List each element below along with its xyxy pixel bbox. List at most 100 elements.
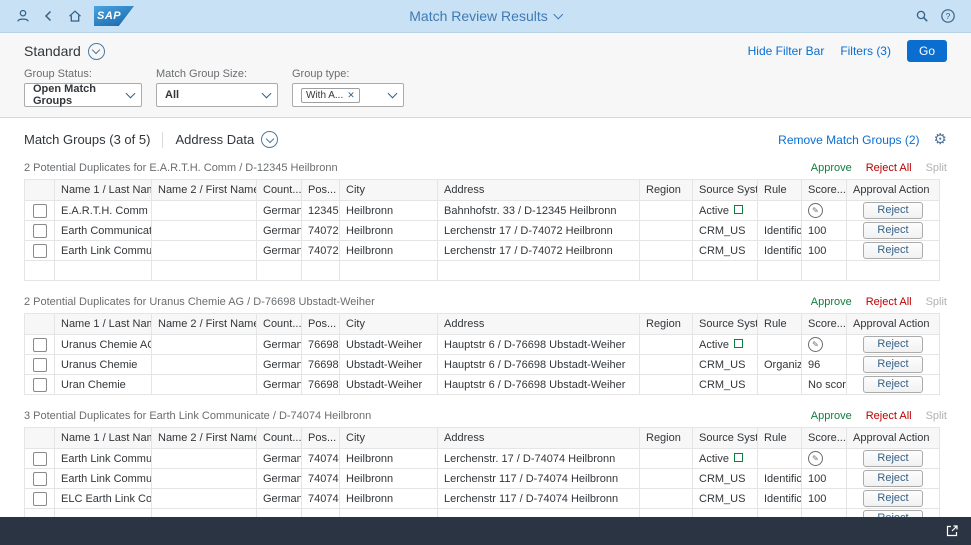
- cell-name1: E.A.R.T.H. Comm: [55, 201, 152, 221]
- view-selector[interactable]: Address Data: [175, 131, 278, 148]
- reject-button[interactable]: Reject: [863, 202, 923, 219]
- remove-match-groups-link[interactable]: Remove Match Groups (2): [778, 133, 919, 147]
- row-checkbox[interactable]: [33, 472, 47, 486]
- column-header[interactable]: Count...: [257, 180, 302, 201]
- column-header[interactable]: Score...: [802, 180, 847, 201]
- row-checkbox[interactable]: [33, 338, 47, 352]
- user-profile-icon[interactable]: [10, 3, 36, 29]
- reject-button[interactable]: Reject: [863, 376, 923, 393]
- row-checkbox[interactable]: [33, 244, 47, 258]
- cell-country: Germany: [257, 355, 302, 375]
- table-row: Uranus Chemie AG Germany 76698 Ubstadt-W…: [25, 335, 940, 355]
- search-icon[interactable]: [909, 3, 935, 29]
- cell-name1: Uran Chemie: [55, 375, 152, 395]
- reject-all-link[interactable]: Reject All: [866, 296, 912, 308]
- duplicates-table: Name 1 / Last NameName 2 / First NameCou…: [24, 313, 940, 395]
- home-icon[interactable]: [62, 3, 88, 29]
- column-header[interactable]: Pos...: [302, 314, 340, 335]
- reject-button[interactable]: Reject: [863, 490, 923, 507]
- group-type-select[interactable]: With A... ✕: [292, 83, 404, 107]
- go-button[interactable]: Go: [907, 40, 947, 62]
- approve-link[interactable]: Approve: [811, 410, 852, 422]
- cell-postal-code: 12345: [302, 201, 340, 221]
- split-link[interactable]: Split: [926, 162, 947, 174]
- row-checkbox[interactable]: [33, 492, 47, 506]
- variant-selector[interactable]: Standard: [24, 43, 105, 60]
- column-header[interactable]: City: [340, 314, 438, 335]
- filters-link[interactable]: Filters (3): [840, 44, 891, 58]
- row-checkbox[interactable]: [33, 452, 47, 466]
- cell-score: No score: [802, 375, 847, 395]
- cell-city: Ubstadt-Weiher: [340, 335, 438, 355]
- row-checkbox[interactable]: [33, 378, 47, 392]
- column-header[interactable]: Name 2 / First Name: [152, 428, 257, 449]
- app-title-menu[interactable]: Match Review Results: [409, 8, 562, 24]
- column-header[interactable]: Name 2 / First Name: [152, 314, 257, 335]
- column-header[interactable]: Name 1 / Last Name: [55, 180, 152, 201]
- column-header[interactable]: Region: [640, 428, 693, 449]
- table-header-row: Name 1 / Last NameName 2 / First NameCou…: [25, 314, 940, 335]
- column-header[interactable]: Region: [640, 180, 693, 201]
- column-header[interactable]: Count...: [257, 428, 302, 449]
- row-checkbox[interactable]: [33, 358, 47, 372]
- reject-button[interactable]: Reject: [863, 222, 923, 239]
- column-header[interactable]: Count...: [257, 314, 302, 335]
- cell-city: Heilbronn: [340, 449, 438, 469]
- split-link[interactable]: Split: [926, 410, 947, 422]
- column-header[interactable]: Pos...: [302, 428, 340, 449]
- column-header[interactable]: Approval Action: [847, 428, 940, 449]
- column-header[interactable]: Name 2 / First Name: [152, 180, 257, 201]
- hide-filter-bar-link[interactable]: Hide Filter Bar: [748, 44, 825, 58]
- reject-all-link[interactable]: Reject All: [866, 410, 912, 422]
- group-status-select[interactable]: Open Match Groups: [24, 83, 142, 107]
- column-header[interactable]: Rule: [758, 180, 802, 201]
- column-header[interactable]: Address: [438, 314, 640, 335]
- sap-logo: SAP: [94, 6, 134, 26]
- variant-name: Standard: [24, 43, 81, 59]
- column-header[interactable]: Region: [640, 314, 693, 335]
- column-header[interactable]: Score...: [802, 314, 847, 335]
- cell-source-system: Active: [693, 335, 758, 355]
- settings-gear-icon[interactable]: ⚙: [934, 132, 947, 147]
- column-header[interactable]: City: [340, 180, 438, 201]
- edit-score-icon: ✎: [808, 451, 823, 466]
- column-header[interactable]: Rule: [758, 314, 802, 335]
- help-icon[interactable]: ?: [935, 3, 961, 29]
- reject-button[interactable]: Reject: [863, 470, 923, 487]
- shell-bar: SAP Match Review Results ?: [0, 0, 971, 33]
- cell-name1: Earth Link Communicatio: [55, 469, 152, 489]
- column-header[interactable]: Approval Action: [847, 180, 940, 201]
- reject-button[interactable]: Reject: [863, 242, 923, 259]
- back-icon[interactable]: [36, 3, 62, 29]
- reject-button[interactable]: Reject: [863, 450, 923, 467]
- row-checkbox[interactable]: [33, 204, 47, 218]
- column-header[interactable]: Score...: [802, 428, 847, 449]
- column-header[interactable]: Address: [438, 428, 640, 449]
- cell-score: 100: [802, 489, 847, 509]
- column-header[interactable]: Address: [438, 180, 640, 201]
- approve-link[interactable]: Approve: [811, 296, 852, 308]
- column-header[interactable]: Rule: [758, 428, 802, 449]
- column-header[interactable]: Source Syst...: [693, 428, 758, 449]
- open-in-new-window-icon[interactable]: [942, 521, 962, 541]
- cell-address: Bahnhofstr. 33 / D-12345 Heilbronn: [438, 201, 640, 221]
- table-header-row: Name 1 / Last NameName 2 / First NameCou…: [25, 428, 940, 449]
- reject-button[interactable]: Reject: [863, 336, 923, 353]
- reject-all-link[interactable]: Reject All: [866, 162, 912, 174]
- duplicates-table: Name 1 / Last NameName 2 / First NameCou…: [24, 179, 940, 281]
- approve-link[interactable]: Approve: [811, 162, 852, 174]
- split-link[interactable]: Split: [926, 296, 947, 308]
- row-checkbox[interactable]: [33, 224, 47, 238]
- column-header[interactable]: Source Syst...: [693, 314, 758, 335]
- column-header[interactable]: Source Syst...: [693, 180, 758, 201]
- column-header[interactable]: Name 1 / Last Name: [55, 314, 152, 335]
- column-header[interactable]: Pos...: [302, 180, 340, 201]
- column-header[interactable]: City: [340, 428, 438, 449]
- token-remove-icon[interactable]: ✕: [347, 90, 355, 101]
- match-group-size-select[interactable]: All: [156, 83, 278, 107]
- cell-address: Hauptstr 6 / D-76698 Ubstadt-Weiher: [438, 355, 640, 375]
- column-header[interactable]: Name 1 / Last Name: [55, 428, 152, 449]
- cell-country: Germany: [257, 221, 302, 241]
- column-header[interactable]: Approval Action: [847, 314, 940, 335]
- reject-button[interactable]: Reject: [863, 356, 923, 373]
